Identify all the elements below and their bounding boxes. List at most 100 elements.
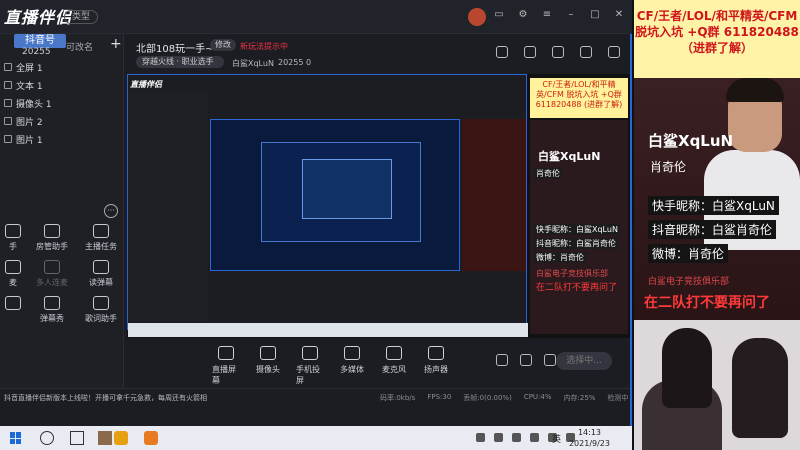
tray-icon[interactable]	[494, 433, 503, 442]
category-button[interactable]: 穿越火线 · 职业选手	[136, 56, 224, 68]
notice-marquee[interactable]: 抖音直播伴侣新版本上线啦！开播可拿千元急救，每周还有火箭相	[4, 393, 207, 403]
heat-count: 0	[306, 58, 312, 67]
network-stat: 检测中	[607, 394, 629, 402]
windows-start-icon[interactable]	[10, 432, 22, 444]
tool-grid: 手 房管助手 主播任务 麦 多人连麦 读弹幕 弹幕秀 歌词助手	[0, 224, 124, 324]
source-item[interactable]: 图片 2	[4, 112, 120, 130]
tray-icon[interactable]	[512, 433, 521, 442]
lock-icon[interactable]	[524, 46, 536, 58]
microphone-button[interactable]: 麦克风	[380, 346, 408, 386]
source-item[interactable]: 文本 1	[4, 76, 120, 94]
preview-warning: 在二队打不要再问了	[536, 283, 618, 293]
live-info-header: 北部108玩一手~ 修改 新玩法提示中 穿越火线 · 职业选手 白鲨XqLuN …	[130, 38, 626, 72]
tool-host-task[interactable]: 主播任务	[78, 224, 124, 252]
maximize-icon[interactable]: □	[590, 10, 600, 20]
clock-time: 14:13	[577, 428, 602, 437]
file-explorer-icon[interactable]	[98, 431, 112, 445]
source-item[interactable]: 图片 1	[4, 130, 120, 148]
nested-screen-level3	[302, 159, 392, 219]
multimedia-button[interactable]: 多媒体	[338, 346, 366, 386]
overlay-warning: 在二队打不要再问了	[644, 295, 770, 311]
dropframe-stat: 丢帧:0(0.00%)	[463, 394, 512, 402]
tool-item[interactable]: 麦	[0, 260, 26, 288]
tool-multi-mic[interactable]: 多人连麦	[26, 260, 78, 288]
live-hint: 新玩法提示中	[240, 42, 288, 51]
tray-icon[interactable]	[530, 433, 539, 442]
close-icon[interactable]: ✕	[614, 10, 624, 20]
overlay-douyin: 抖音昵称：白鲨肖奇伦	[648, 220, 777, 239]
gear-icon[interactable]	[544, 354, 556, 366]
search-icon[interactable]	[40, 431, 54, 445]
tray-icon[interactable]	[476, 433, 485, 442]
shield-icon	[44, 224, 60, 238]
add-scene-icon[interactable]: +	[110, 36, 122, 52]
tool-item[interactable]	[0, 296, 26, 324]
overlay-ad-text: CF/王者/LOL/和平精英/CFM 脱坑入坑 +Q群 611820488 （进…	[634, 0, 800, 78]
add-screen-button[interactable]: 直播屏幕	[212, 346, 240, 386]
camera-icon	[4, 99, 12, 107]
overlay-real-name: 肖奇伦	[650, 160, 687, 174]
speaker-icon	[93, 260, 109, 274]
douyin-id-badge: 抖音号	[14, 34, 66, 48]
tool-item[interactable]: 手	[0, 224, 26, 252]
monitor-icon	[218, 346, 234, 360]
scene-rename[interactable]: 可改名	[66, 40, 93, 53]
menu-icon[interactable]: ≡	[542, 10, 552, 20]
fps-stat: FPS:30	[427, 393, 452, 401]
app-logo: 直播伴侣	[4, 8, 73, 27]
task-view-icon[interactable]	[70, 431, 84, 445]
nested-screen-level2	[261, 142, 421, 242]
minimize-icon[interactable]: –	[566, 10, 576, 20]
type-button[interactable]: 类型	[64, 10, 98, 24]
tool-lyrics[interactable]: 歌词助手	[78, 296, 124, 324]
player-hair	[726, 78, 784, 102]
header-actions	[496, 46, 620, 58]
app-taskbar-icon[interactable]	[144, 431, 158, 445]
live-companion-window: 直播伴侣 类型 ▭ ⚙ ≡ – □ ✕ 抖音号 20255 可改名 + 全屏 1…	[0, 0, 632, 426]
title-bar: 直播伴侣 类型 ▭ ⚙ ≡ – □ ✕	[0, 0, 632, 34]
speaker-button[interactable]: 扬声器	[422, 346, 450, 386]
live-companion-taskbar-icon[interactable]	[114, 431, 128, 445]
bell-icon[interactable]	[580, 46, 592, 58]
stream-overlay-column: CF/王者/LOL/和平精英/CFM 脱坑入坑 +Q群 611820488 （进…	[634, 0, 800, 450]
tool-icon	[5, 224, 21, 238]
overlay-club: 白鲨电子竞技俱乐部	[648, 277, 730, 287]
tool-read-danmaku[interactable]: 读弹幕	[78, 260, 124, 288]
user-avatar[interactable]	[468, 8, 486, 26]
viewer-count: 20255	[278, 58, 304, 67]
share-icon[interactable]	[608, 46, 620, 58]
settings-icon[interactable]: ⚙	[518, 10, 528, 20]
message-icon[interactable]: ▭	[494, 10, 504, 20]
input-language[interactable]: 英	[552, 432, 561, 445]
source-item[interactable]: 全屏 1	[4, 58, 120, 76]
mic-icon	[5, 260, 21, 274]
nested-taskbar	[128, 323, 528, 337]
webcam-person-hair	[732, 338, 788, 438]
webcam-person-hair	[662, 328, 712, 408]
preview-real-name: 肖奇伦	[534, 168, 562, 179]
nested-app-logo: 直播伴侣	[130, 80, 162, 89]
eye-icon[interactable]	[520, 354, 532, 366]
window-controls: ▭ ⚙ ≡ – □ ✕	[494, 10, 624, 20]
start-live-button[interactable]: 选择中...	[556, 352, 612, 370]
phone-cast-button[interactable]: 手机投屏	[296, 346, 324, 386]
more-icon[interactable]: ···	[104, 204, 118, 218]
stream-preview[interactable]: 直播伴侣 CF/王者/LOL/和平精英/CFM 脱坑入坑 +Q群 6118204…	[127, 74, 630, 338]
text-icon	[4, 81, 12, 89]
task-icon	[93, 224, 109, 238]
fullscreen-icon[interactable]	[552, 46, 564, 58]
windows-taskbar: 英 14:13 2021/9/23	[0, 426, 632, 450]
modify-title-button[interactable]: 修改	[210, 39, 236, 51]
scene-number: 20255	[22, 47, 51, 57]
source-item[interactable]: 摄像头 1	[4, 94, 120, 112]
phone-icon	[302, 346, 318, 360]
tool-room-admin[interactable]: 房管助手	[26, 224, 78, 252]
clock[interactable]: 14:13 2021/9/23	[569, 427, 610, 449]
gift-icon[interactable]	[496, 46, 508, 58]
add-camera-button[interactable]: 摄像头	[254, 346, 282, 386]
record-icon[interactable]	[496, 354, 508, 366]
scene-panel: 抖音号 20255 可改名 + 全屏 1 文本 1 摄像头 1 图片 2 图片 …	[0, 34, 124, 406]
overlay-kuaishou: 快手昵称：白鲨XqLuN	[648, 196, 779, 215]
tool-danmaku-show[interactable]: 弹幕秀	[26, 296, 78, 324]
bottom-right-icons	[496, 354, 556, 366]
